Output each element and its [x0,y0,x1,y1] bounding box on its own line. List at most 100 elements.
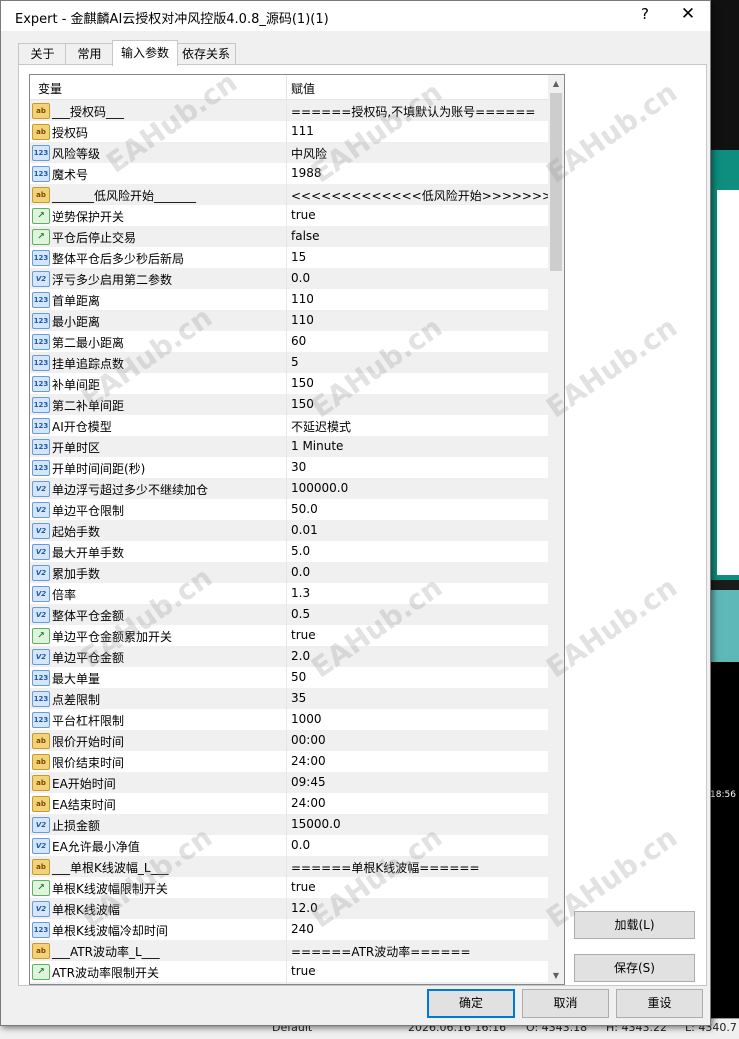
table-row[interactable]: V2 最大开单手数 5.0 [30,541,548,562]
table-row[interactable]: ↗ 逆势保护开关 true [30,205,548,226]
scroll-up-icon[interactable]: ▲ [548,75,564,92]
parameter-value[interactable]: 50.0 [291,502,318,516]
table-row[interactable]: 123 平台杠杆限制 1000 [30,709,548,730]
parameter-value[interactable]: 30 [291,460,306,474]
scroll-down-icon[interactable]: ▼ [548,967,564,984]
parameter-value[interactable]: ======授权码,不填默认为账号====== [291,103,535,120]
cancel-button[interactable]: 取消 [522,989,609,1018]
table-row[interactable]: V2 单边浮亏超过多少不继续加仓 100000.0 [30,478,548,499]
table-row[interactable]: 123 开单时间间距(秒) 30 [30,457,548,478]
parameter-value[interactable]: 0.0 [291,565,310,579]
parameter-value[interactable]: 1 Minute [291,439,343,453]
parameter-value[interactable]: true [291,628,316,642]
table-row[interactable]: 123 单根K线波幅冷却时间 240 [30,919,548,940]
table-row[interactable]: V2 起始手数 0.01 [30,520,548,541]
table-row[interactable]: 123 最小距离 110 [30,310,548,331]
parameter-value[interactable]: 中风险 [291,145,327,162]
table-row[interactable]: V2ATR波动率...... [30,982,548,984]
parameter-value[interactable]: 240 [291,922,314,936]
parameter-value[interactable]: 111 [291,124,314,138]
table-row[interactable]: 123 AI开仓模型 不延迟模式 [30,415,548,436]
column-divider[interactable] [286,75,287,99]
table-row[interactable]: V2 单根K线波幅 12.0 [30,898,548,919]
title-bar[interactable]: Expert - 金麒麟AI云授权对冲风控版4.0.8_源码(1)(1) ? ✕ [1,1,710,31]
parameter-value[interactable]: 60 [291,334,306,348]
parameter-value[interactable]: 5.0 [291,544,310,558]
table-row[interactable]: ab 限价开始时间 00:00 [30,730,548,751]
scroll-thumb[interactable] [550,93,562,271]
parameter-value[interactable]: 50 [291,670,306,684]
table-row[interactable]: ab EA结束时间 24:00 [30,793,548,814]
close-icon[interactable]: ✕ [677,4,699,24]
table-row[interactable]: 123 魔术号 1988 [30,163,548,184]
parameter-value[interactable]: 110 [291,292,314,306]
parameter-value[interactable]: 1.3 [291,586,310,600]
table-row[interactable]: ↗ 单根K线波幅限制开关 true [30,877,548,898]
parameter-value[interactable]: 5 [291,355,299,369]
table-row[interactable]: 123 挂单追踪点数 5 [30,352,548,373]
table-row[interactable]: ab ___单根K线波幅_L___ ======单根K线波幅====== [30,856,548,877]
table-row[interactable]: 123 补单间距 150 [30,373,548,394]
column-header-variable[interactable]: 变量 [38,80,62,97]
parameter-value[interactable]: 24:00 [291,796,326,810]
parameter-value[interactable]: 0.5 [291,607,310,621]
parameter-value[interactable]: 35 [291,691,306,705]
table-row[interactable]: 123 点差限制 35 [30,688,548,709]
help-button[interactable]: ? [635,5,655,23]
table-row[interactable]: V2 单边平仓金额 2.0 [30,646,548,667]
parameter-value[interactable]: 0.0 [291,838,310,852]
table-row[interactable]: V2 整体平仓金额 0.5 [30,604,548,625]
parameter-value[interactable]: 24:00 [291,754,326,768]
table-row[interactable]: 123 整体平仓后多少秒后新局 15 [30,247,548,268]
table-row[interactable]: 123 第二最小距离 60 [30,331,548,352]
table-row[interactable]: ab ___授权码___ ======授权码,不填默认为账号====== [30,100,548,121]
parameter-value[interactable]: 15 [291,250,306,264]
table-row[interactable]: ab ___ATR波动率_L___ ======ATR波动率====== [30,940,548,961]
table-row[interactable]: 123 开单时区 1 Minute [30,436,548,457]
column-header-value[interactable]: 赋值 [291,80,315,97]
save-button[interactable]: 保存(S) [574,954,695,982]
table-row[interactable]: 123 首单距离 110 [30,289,548,310]
reset-button[interactable]: 重设 [616,989,703,1018]
table-row[interactable]: V2 EA允许最小净值 0.0 [30,835,548,856]
table-row[interactable]: ↗ 平仓后停止交易 false [30,226,548,247]
table-row[interactable]: 123 第二补单间距 150 [30,394,548,415]
table-row[interactable]: V2 单边平仓限制 50.0 [30,499,548,520]
parameter-value[interactable]: 0.01 [291,523,318,537]
grid-scrollbar[interactable]: ▲ ▼ [548,75,564,984]
parameter-value[interactable]: <<<<<<<<<<<<<低风险开始>>>>>>>>... [291,187,564,204]
inputs-grid[interactable]: 变量 赋值 ab ___授权码___ ======授权码,不填默认为账号======… [29,74,565,985]
load-button[interactable]: 加载(L) [574,911,695,939]
table-row[interactable]: 123 风险等级 中风险 [30,142,548,163]
parameter-value[interactable]: 15000.0 [291,817,341,831]
parameter-value[interactable]: true [291,964,316,978]
table-row[interactable]: 123 最大单量 50 [30,667,548,688]
parameter-value[interactable]: 110 [291,313,314,327]
parameter-value[interactable]: false [291,229,320,243]
tab-common[interactable]: 常用 [65,43,114,65]
parameter-value[interactable]: 0.0 [291,271,310,285]
table-row[interactable]: ↗ ATR波动率限制开关 true [30,961,548,982]
parameter-value[interactable]: 1988 [291,166,322,180]
ok-button[interactable]: 确定 [427,989,515,1018]
parameter-value[interactable]: 00:00 [291,733,326,747]
table-row[interactable]: V2 倍率 1.3 [30,583,548,604]
table-row[interactable]: ab 限价结束时间 24:00 [30,751,548,772]
table-row[interactable]: ab _______低风险开始_______ <<<<<<<<<<<<<低风险开始>… [30,184,564,205]
parameter-value[interactable]: 2.0 [291,649,310,663]
table-row[interactable]: V2 累加手数 0.0 [30,562,548,583]
parameter-value[interactable]: 150 [291,397,314,411]
parameter-value[interactable]: true [291,880,316,894]
table-row[interactable]: ↗ 单边平仓金额累加开关 true [30,625,548,646]
parameter-value[interactable]: true [291,208,316,222]
table-row[interactable]: V2 浮亏多少启用第二参数 0.0 [30,268,548,289]
parameter-value[interactable]: 12.0 [291,901,318,915]
tab-inputs[interactable]: 输入参数 [112,40,178,66]
table-row[interactable]: ab EA开始时间 09:45 [30,772,548,793]
parameter-value[interactable]: 1000 [291,712,322,726]
table-row[interactable]: ab 授权码 111 [30,121,548,142]
parameter-value[interactable]: 不延迟模式 [291,418,351,435]
parameter-value[interactable]: ======单根K线波幅====== [291,859,480,876]
parameter-value[interactable]: 150 [291,376,314,390]
tab-about[interactable]: 关于 [18,43,67,65]
